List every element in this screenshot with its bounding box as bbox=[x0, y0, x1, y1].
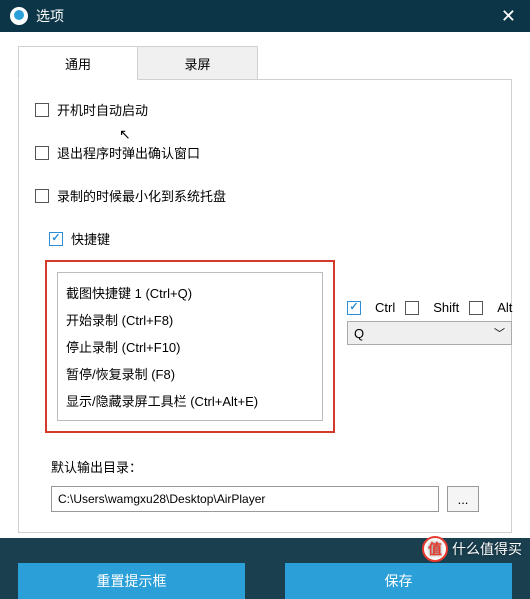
browse-button[interactable]: ... bbox=[447, 486, 479, 512]
tab-body: ↖ 开机时自动启动 退出程序时弹出确认窗口 录制的时候最小化到系统托盘 快捷键 … bbox=[18, 79, 512, 533]
option-minimize[interactable]: 录制的时候最小化到系统托盘 bbox=[35, 186, 495, 205]
reset-button[interactable]: 重置提示框 bbox=[18, 563, 245, 599]
output-row: C:\Users\wamgxu28\Desktop\AirPlayer ... bbox=[51, 486, 479, 512]
option-confirm-exit[interactable]: 退出程序时弹出确认窗口 bbox=[35, 143, 495, 162]
modifier-group: Ctrl Shift Alt Q ﹀ bbox=[347, 300, 512, 345]
watermark: 值 什么值得买 bbox=[422, 536, 522, 562]
checkbox-hotkeys[interactable] bbox=[49, 232, 63, 246]
checkbox-autostart[interactable] bbox=[35, 103, 49, 117]
shortcut-item[interactable]: 开始录制 (Ctrl+F8) bbox=[66, 306, 314, 333]
label-hotkeys: 快捷键 bbox=[71, 229, 110, 248]
label-minimize: 录制的时候最小化到系统托盘 bbox=[57, 186, 226, 205]
footer: 重置提示框 保存 bbox=[18, 563, 512, 599]
shortcut-item[interactable]: 停止录制 (Ctrl+F10) bbox=[66, 333, 314, 360]
cursor-icon: ↖ bbox=[119, 126, 131, 143]
checkbox-shift[interactable] bbox=[405, 301, 419, 315]
window-title: 选项 bbox=[36, 6, 497, 26]
checkbox-minimize[interactable] bbox=[35, 189, 49, 203]
shortcut-list[interactable]: 截图快捷键 1 (Ctrl+Q) 开始录制 (Ctrl+F8) 停止录制 (Ct… bbox=[57, 272, 323, 421]
key-select[interactable]: Q ﹀ bbox=[347, 321, 512, 345]
label-shift: Shift bbox=[433, 300, 459, 315]
output-path-input[interactable]: C:\Users\wamgxu28\Desktop\AirPlayer bbox=[51, 486, 439, 512]
option-hotkeys[interactable]: 快捷键 bbox=[49, 229, 495, 248]
tab-record[interactable]: 录屏 bbox=[138, 46, 258, 80]
checkbox-confirm-exit[interactable] bbox=[35, 146, 49, 160]
tab-strip: 通用 录屏 bbox=[18, 46, 512, 80]
output-path-text: C:\Users\wamgxu28\Desktop\AirPlayer bbox=[58, 492, 265, 506]
checkbox-ctrl[interactable] bbox=[347, 301, 361, 315]
label-autostart: 开机时自动启动 bbox=[57, 100, 148, 119]
save-button[interactable]: 保存 bbox=[285, 563, 512, 599]
shortcut-item[interactable]: 截图快捷键 1 (Ctrl+Q) bbox=[66, 279, 314, 306]
checkbox-alt[interactable] bbox=[469, 301, 483, 315]
app-icon bbox=[10, 7, 28, 25]
content-area: 通用 录屏 ↖ 开机时自动启动 退出程序时弹出确认窗口 录制的时候最小化到系统托… bbox=[0, 32, 530, 538]
chevron-down-icon: ﹀ bbox=[494, 325, 505, 341]
watermark-text: 什么值得买 bbox=[452, 539, 522, 559]
label-ctrl: Ctrl bbox=[375, 300, 395, 315]
tab-general[interactable]: 通用 bbox=[18, 46, 138, 80]
titlebar: 选项 ✕ bbox=[0, 0, 530, 32]
close-icon[interactable]: ✕ bbox=[497, 6, 520, 27]
key-value: Q bbox=[354, 326, 364, 341]
label-alt: Alt bbox=[497, 300, 512, 315]
watermark-icon: 值 bbox=[422, 536, 448, 562]
shortcut-item[interactable]: 显示/隐藏录屏工具栏 (Ctrl+Alt+E) bbox=[66, 387, 314, 414]
hotkeys-highlight-box: 截图快捷键 1 (Ctrl+Q) 开始录制 (Ctrl+F8) 停止录制 (Ct… bbox=[45, 260, 335, 433]
option-autostart[interactable]: 开机时自动启动 bbox=[35, 100, 495, 119]
label-confirm-exit: 退出程序时弹出确认窗口 bbox=[57, 143, 200, 162]
shortcut-item[interactable]: 暂停/恢复录制 (F8) bbox=[66, 360, 314, 387]
output-label: 默认输出目录： bbox=[51, 457, 495, 476]
